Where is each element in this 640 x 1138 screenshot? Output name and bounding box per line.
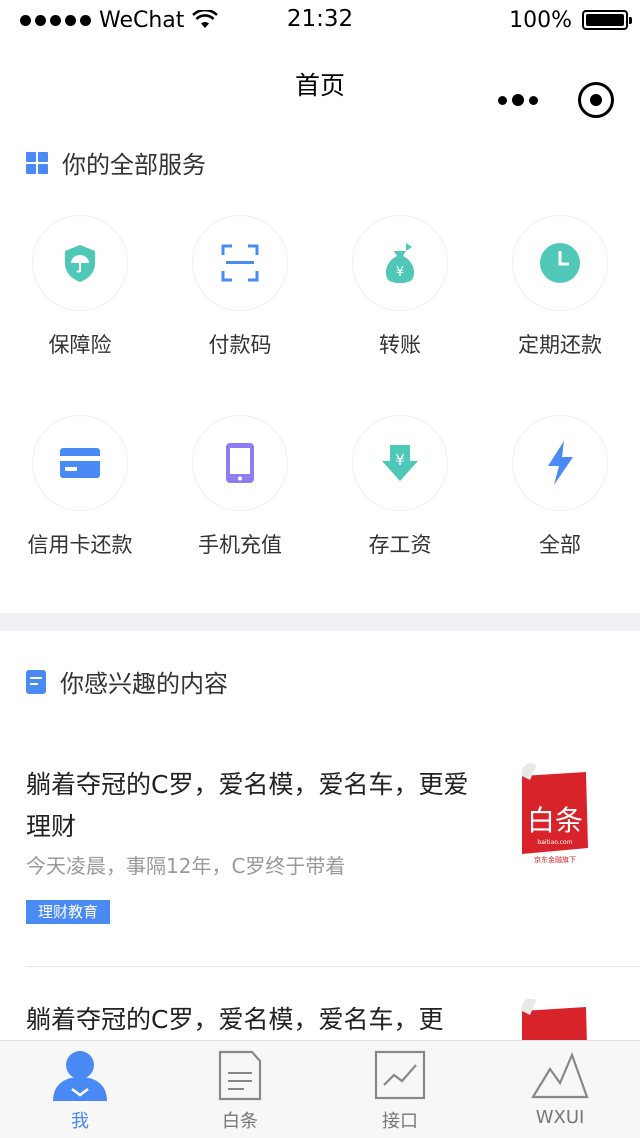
tab-bar: 我 白条 接口 WXUI <box>0 1040 640 1138</box>
content-title: 你感兴趣的内容 <box>60 670 228 698</box>
article-card[interactable]: 躺着夺冠的C罗，爱名模，爱名车，更 <box>26 999 640 1040</box>
article-title: 躺着夺冠的C罗，爱名模，爱名车，更 <box>26 1005 444 1034</box>
tab-baitiao[interactable]: 白条 <box>160 1041 320 1138</box>
services-title: 你的全部服务 <box>62 151 206 179</box>
thumb-subtext: baitiao.com <box>537 839 572 846</box>
service-transfer[interactable]: ¥ 转账 <box>320 205 480 405</box>
thumb-text: 白条 <box>527 804 583 837</box>
service-label: 存工资 <box>368 533 432 557</box>
yen-down-icon: ¥ <box>382 445 418 481</box>
article-tag[interactable]: 理财教育 <box>26 900 111 924</box>
service-scheduled-repayment[interactable]: 定期还款 <box>480 205 640 405</box>
article-card[interactable]: 躺着夺冠的C罗，爱名模，爱名车，更爱理财 今天凌晨，事隔12年，C罗终于带着 理… <box>26 763 640 934</box>
close-program-icon[interactable] <box>578 82 614 118</box>
battery-icon <box>582 10 632 30</box>
tab-label: 白条 <box>222 1111 258 1132</box>
shield-umbrella-icon <box>65 245 95 282</box>
tab-wxui[interactable]: WXUI <box>480 1041 640 1138</box>
thumb-caption: 京东金融旗下 <box>534 855 576 864</box>
scan-code-icon <box>221 244 259 282</box>
service-all[interactable]: 全部 <box>480 405 640 605</box>
article-summary: 今天凌晨，事隔12年，C罗终于带着 <box>26 854 346 878</box>
service-label: 全部 <box>539 533 581 557</box>
svg-text:¥: ¥ <box>395 451 405 469</box>
tab-label: 我 <box>71 1111 89 1132</box>
service-insurance[interactable]: 保障险 <box>0 205 160 405</box>
service-credit-card-repayment[interactable]: 信用卡还款 <box>0 405 160 605</box>
service-label: 信用卡还款 <box>27 533 133 557</box>
content-header: 你感兴趣的内容 <box>26 664 228 699</box>
navigation-bar: 首页 <box>0 40 640 128</box>
user-icon <box>53 1051 107 1101</box>
svg-text:¥: ¥ <box>396 265 404 280</box>
credit-card-icon <box>60 448 100 478</box>
document-list-icon <box>26 669 46 694</box>
service-payment-code[interactable]: 付款码 <box>160 205 320 405</box>
baitiao-logo-thumbnail: 白条 baitiao.com 京东金融旗下 <box>521 763 588 864</box>
article-separator <box>26 966 640 967</box>
mini-program-capsule <box>498 82 614 118</box>
more-options-icon[interactable] <box>498 94 538 106</box>
baitiao-logo-thumbnail <box>521 999 587 1040</box>
tab-me[interactable]: 我 <box>0 1041 160 1138</box>
service-deposit-salary[interactable]: ¥ 存工资 <box>320 405 480 605</box>
mountain-icon <box>531 1051 589 1099</box>
service-label: 定期还款 <box>518 333 602 357</box>
service-mobile-topup[interactable]: 手机充值 <box>160 405 320 605</box>
tab-label: WXUI <box>535 1107 585 1128</box>
tab-interface[interactable]: 接口 <box>320 1041 480 1138</box>
services-grid: 保障险 付款码 ¥ 转账 定期还款 信用卡还款 手机充值 ¥ 存工资 全部 <box>0 205 640 605</box>
money-bag-icon: ¥ <box>385 243 415 283</box>
clock-icon <box>540 243 580 283</box>
section-divider <box>0 613 640 631</box>
grid-icon <box>26 151 48 174</box>
service-label: 付款码 <box>208 333 272 357</box>
lightning-icon <box>548 441 573 485</box>
status-bar: WeChat 21:32 100% <box>0 0 640 40</box>
services-header: 你的全部服务 <box>26 145 206 180</box>
article-title: 躺着夺冠的C罗，爱名模，爱名车，更爱理财 <box>26 770 469 841</box>
service-label: 手机充值 <box>198 533 282 557</box>
service-label: 保障险 <box>48 333 112 357</box>
tab-label: 接口 <box>382 1111 418 1132</box>
service-label: 转账 <box>379 333 421 357</box>
mobile-phone-icon <box>226 443 254 483</box>
chart-icon <box>374 1050 426 1100</box>
status-time: 21:32 <box>286 6 354 32</box>
document-icon <box>218 1050 262 1101</box>
